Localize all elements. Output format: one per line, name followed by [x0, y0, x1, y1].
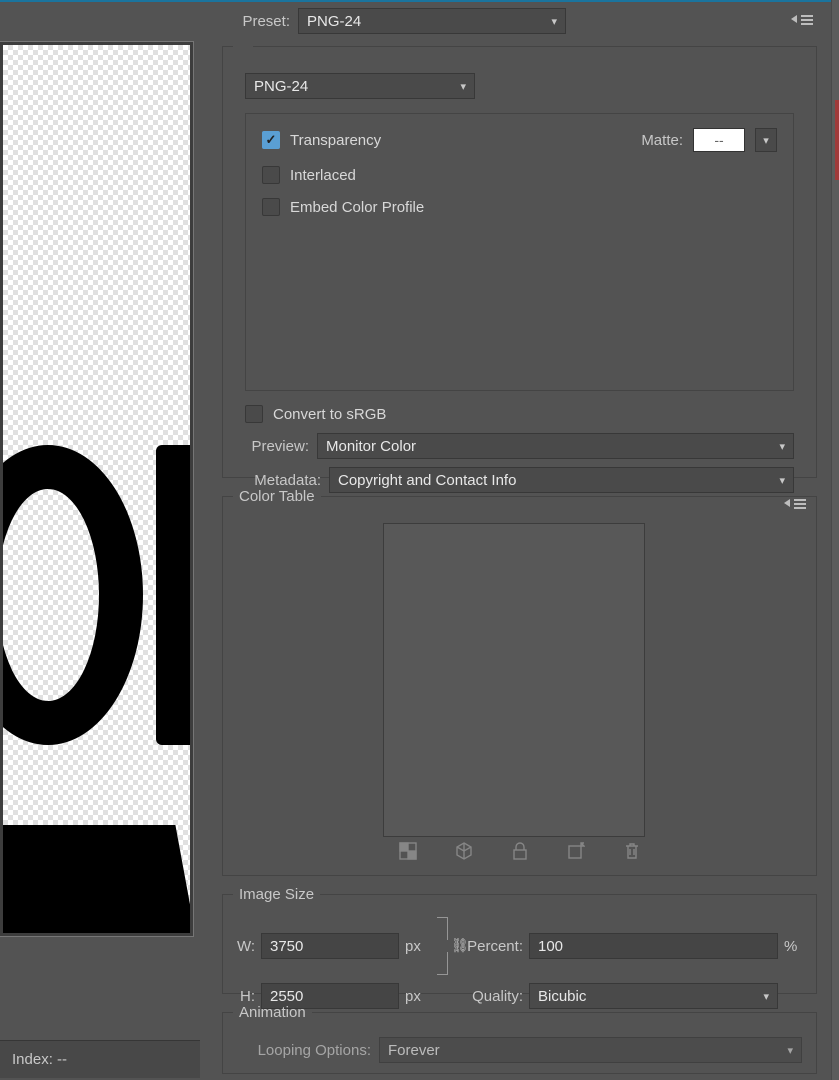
- preset-value: PNG-24: [307, 13, 361, 30]
- convert-srgb-checkbox[interactable]: [245, 405, 263, 423]
- percent-input[interactable]: [529, 933, 778, 959]
- chevron-down-icon: ▾: [460, 80, 466, 93]
- link-dimensions-icon[interactable]: ⛓: [437, 917, 449, 975]
- animation-fieldset: Animation Looping Options: Forever ▾: [222, 1004, 817, 1074]
- chevron-down-icon: ▾: [779, 474, 785, 487]
- quality-label: Quality:: [459, 988, 523, 1005]
- matte-swatch[interactable]: --: [693, 128, 745, 152]
- matte-dropdown[interactable]: ▾: [755, 128, 777, 152]
- color-table-legend: Color Table: [233, 488, 321, 505]
- looping-label: Looping Options:: [231, 1042, 371, 1059]
- cube-icon[interactable]: [454, 841, 474, 861]
- trash-icon[interactable]: [622, 841, 642, 861]
- transparency-checkbox[interactable]: [262, 131, 280, 149]
- preset-menu-icon[interactable]: [791, 15, 813, 27]
- color-table-menu-icon[interactable]: [784, 499, 806, 511]
- height-label: H:: [231, 988, 255, 1005]
- width-unit: px: [405, 938, 427, 955]
- embed-profile-label: Embed Color Profile: [290, 199, 424, 216]
- checker-icon[interactable]: [398, 841, 418, 861]
- image-size-legend: Image Size: [233, 886, 320, 903]
- format-value: PNG-24: [254, 78, 308, 95]
- chevron-down-icon: ▾: [779, 440, 785, 453]
- color-table-fieldset: Color Table: [222, 488, 817, 876]
- matte-label: Matte:: [641, 132, 683, 149]
- chevron-down-icon: ▾: [787, 1044, 793, 1057]
- embed-profile-checkbox[interactable]: [262, 198, 280, 216]
- index-label: Index: --: [12, 1051, 67, 1068]
- convert-srgb-label: Convert to sRGB: [273, 406, 386, 423]
- color-table-well[interactable]: [383, 523, 645, 837]
- transparency-label: Transparency: [290, 132, 381, 149]
- metadata-label: Metadata:: [245, 472, 321, 489]
- chevron-down-icon: ▾: [763, 990, 769, 1003]
- chevron-down-icon: ▾: [763, 134, 769, 147]
- format-options-box: Transparency Matte: -- ▾ Interlaced Embe…: [245, 113, 794, 391]
- quality-value: Bicubic: [538, 988, 586, 1005]
- lock-icon[interactable]: [510, 841, 530, 861]
- looping-value: Forever: [388, 1042, 440, 1059]
- width-input[interactable]: [261, 933, 399, 959]
- format-select[interactable]: PNG-24 ▾: [245, 73, 475, 99]
- metadata-value: Copyright and Contact Info: [338, 472, 516, 489]
- interlaced-checkbox[interactable]: [262, 166, 280, 184]
- chevron-down-icon: ▾: [551, 15, 557, 28]
- image-preview: [0, 42, 193, 936]
- preview-select[interactable]: Monitor Color ▾: [317, 433, 794, 459]
- image-size-fieldset: Image Size W: px ⛓ Percent: % H: px Qual…: [222, 886, 817, 994]
- height-unit: px: [405, 988, 427, 1005]
- preset-fieldset: x PNG-24 ▾ Transparency Matte: -- ▾: [222, 38, 817, 478]
- preview-value: Monitor Color: [326, 438, 416, 455]
- new-swatch-icon[interactable]: [566, 841, 586, 861]
- preview-label: Preview:: [245, 438, 309, 455]
- percent-unit: %: [784, 938, 802, 955]
- artwork-preview: [3, 45, 190, 933]
- index-status: Index: --: [0, 1040, 200, 1078]
- interlaced-label: Interlaced: [290, 167, 356, 184]
- looping-select[interactable]: Forever ▾: [379, 1037, 802, 1063]
- preset-select[interactable]: PNG-24 ▾: [298, 8, 566, 34]
- width-label: W:: [231, 938, 255, 955]
- animation-legend: Animation: [233, 1004, 312, 1021]
- preset-label: Preset:: [230, 13, 290, 30]
